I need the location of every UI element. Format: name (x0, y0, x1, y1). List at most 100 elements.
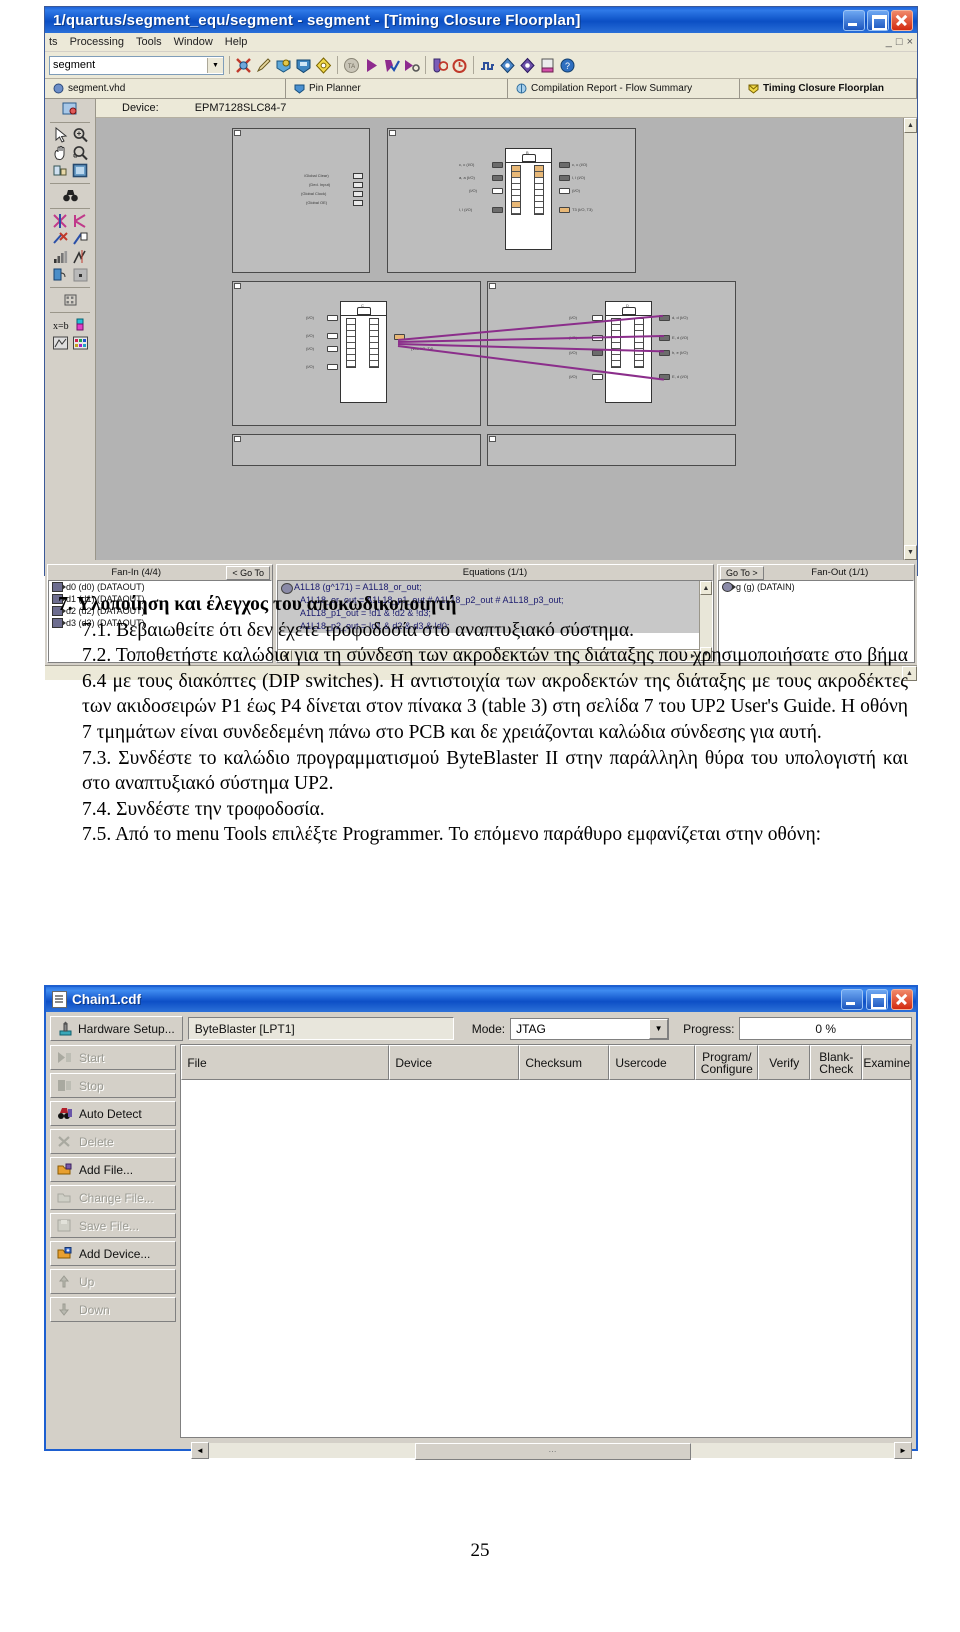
equations-icon[interactable]: x=b (52, 317, 69, 333)
save-file-button[interactable]: Save File... (50, 1213, 177, 1238)
minimize-icon[interactable] (843, 9, 865, 31)
clear-paths-icon[interactable] (52, 231, 69, 247)
project-combo[interactable]: segment ▼ (49, 55, 224, 75)
mdi-minimize-icon[interactable]: _ (886, 36, 892, 48)
color-legend-icon[interactable] (72, 317, 89, 333)
chip-planner-icon[interactable] (539, 57, 556, 74)
floorplan-block-bottom-right[interactable] (487, 434, 736, 466)
mdi-restore-icon[interactable]: □ (896, 36, 903, 48)
menu-item-window[interactable]: Window (174, 36, 213, 48)
scroll-thumb[interactable]: ⋯ (414, 1442, 691, 1460)
column-header-file[interactable]: File (181, 1045, 390, 1080)
timing-closure-icon[interactable] (431, 57, 448, 74)
step-text: Βεβαιωθείτε ότι δεν έχετε τροφοδοσία στο… (116, 619, 635, 641)
floorplan-diagram[interactable]: /Global Clear) (Ded. Input) (Global Cloc… (96, 118, 903, 560)
programmer-icon[interactable] (499, 57, 516, 74)
tab-compilation-report[interactable]: Compilation Report - Flow Summary (508, 79, 740, 98)
start-stop-icon[interactable] (403, 57, 420, 74)
add-file-button[interactable]: Add File... (50, 1157, 177, 1182)
start-check-icon[interactable] (383, 57, 400, 74)
logic-array-block-c[interactable]: C (340, 301, 387, 403)
hardware-setup-button[interactable]: Hardware Setup... (50, 1016, 183, 1041)
simulation-icon[interactable] (479, 57, 496, 74)
floorplan-block-bottom-left[interactable] (232, 434, 481, 466)
fit-in-window-icon[interactable] (72, 163, 89, 179)
column-header-verify[interactable]: Verify (758, 1045, 811, 1080)
zoom-region-icon[interactable] (72, 145, 89, 161)
menu-item-processing[interactable]: Processing (70, 36, 124, 48)
mode-select[interactable]: JTAG ▼ (510, 1017, 670, 1040)
delay-histogram-icon[interactable] (72, 249, 89, 265)
floorplan-block-global[interactable] (232, 128, 370, 273)
tab-pin-planner[interactable]: Pin Planner (286, 79, 508, 98)
scroll-track[interactable]: ⋯ (209, 1442, 894, 1460)
column-header-program-configure[interactable]: Program/ Configure (695, 1045, 759, 1080)
button-label: Down (79, 1302, 110, 1317)
probe-icon[interactable] (52, 267, 69, 283)
grid-body[interactable] (181, 1080, 911, 1437)
block-b-label: B (526, 150, 529, 155)
column-header-blank-check[interactable]: Blank- Check (810, 1045, 863, 1080)
stop-button[interactable]: Stop (50, 1073, 177, 1098)
maximize-icon[interactable] (866, 989, 888, 1010)
scroll-up-icon[interactable]: ▲ (904, 118, 917, 133)
start-button[interactable]: Start (50, 1045, 177, 1070)
programmer-alt-icon[interactable] (519, 57, 536, 74)
fan-in-goto-button[interactable]: < Go To (226, 565, 270, 580)
scroll-down-icon[interactable]: ▼ (904, 545, 917, 560)
menu-item-help[interactable]: Help (225, 36, 248, 48)
critical-path-icon[interactable] (52, 335, 69, 351)
programmer-horizontal-scrollbar[interactable]: ◄ ⋯ ► (191, 1441, 912, 1460)
edit-pencil-icon[interactable] (255, 57, 272, 74)
analysis-synthesis-icon[interactable] (275, 57, 292, 74)
timing-closure-alt-icon[interactable] (451, 57, 468, 74)
scroll-left-icon[interactable]: ◄ (191, 1441, 209, 1459)
delete-button[interactable]: Delete (50, 1129, 177, 1154)
column-header-checksum[interactable]: Checksum (519, 1045, 610, 1080)
fan-out-goto-button[interactable]: Go To > (720, 565, 764, 580)
chevron-down-icon[interactable]: ▼ (649, 1018, 669, 1039)
mdi-close-icon[interactable]: × (907, 36, 913, 48)
timing-analyzer-icon[interactable]: TA (343, 57, 360, 74)
logic-array-block-b[interactable]: B (505, 148, 552, 250)
change-file-button[interactable]: Change File... (50, 1185, 177, 1210)
menu-item-tools[interactable]: Tools (136, 36, 162, 48)
stop-compile-icon[interactable] (235, 57, 252, 74)
small-square-icon[interactable] (72, 267, 89, 283)
hand-pan-icon[interactable] (52, 145, 69, 161)
pin-layout-icon[interactable] (62, 292, 79, 308)
add-device-button[interactable]: Add Device... (50, 1241, 177, 1266)
help-icon[interactable]: ? (559, 57, 576, 74)
column-header-device[interactable]: Device (389, 1045, 520, 1080)
chevron-down-icon[interactable]: ▼ (207, 57, 223, 73)
highlight-fanin-icon[interactable] (52, 213, 69, 229)
path-properties-icon[interactable] (72, 231, 89, 247)
down-button[interactable]: Down (50, 1297, 177, 1322)
fitter-icon[interactable] (295, 57, 312, 74)
start-compilation-icon[interactable] (363, 57, 380, 74)
floorplan-canvas[interactable]: /Global Clear) (Ded. Input) (Global Cloc… (96, 118, 917, 560)
tab-timing-closure-floorplan[interactable]: Timing Closure Floorplan (740, 79, 917, 98)
scroll-right-icon[interactable]: ► (894, 1441, 912, 1459)
column-header-usercode[interactable]: Usercode (609, 1045, 696, 1080)
bar-chart-icon[interactable] (52, 249, 69, 265)
minimize-icon[interactable] (841, 989, 863, 1010)
auto-detect-button[interactable]: Auto Detect (50, 1101, 177, 1126)
floorplan-vertical-scrollbar[interactable]: ▲ ▼ (903, 118, 917, 560)
tab-segment-vhd[interactable]: segment.vhd (45, 79, 286, 98)
maximize-icon[interactable] (867, 9, 889, 31)
menu-item-ts[interactable]: ts (49, 36, 58, 48)
close-icon[interactable] (891, 9, 913, 31)
region-assign-icon[interactable] (52, 163, 69, 179)
highlight-fanout-icon[interactable] (72, 213, 89, 229)
zoom-in-icon[interactable] (72, 127, 89, 143)
find-binoculars-icon[interactable] (62, 188, 79, 204)
select-arrow-icon[interactable] (52, 127, 69, 143)
assembler-icon[interactable] (315, 56, 332, 74)
scroll-track[interactable] (904, 133, 917, 545)
close-icon[interactable] (891, 989, 913, 1010)
column-header-examine[interactable]: Examine (862, 1045, 911, 1080)
resource-usage-icon[interactable] (72, 335, 89, 351)
up-button[interactable]: Up (50, 1269, 177, 1294)
floorplan-view-icon[interactable] (62, 102, 79, 118)
